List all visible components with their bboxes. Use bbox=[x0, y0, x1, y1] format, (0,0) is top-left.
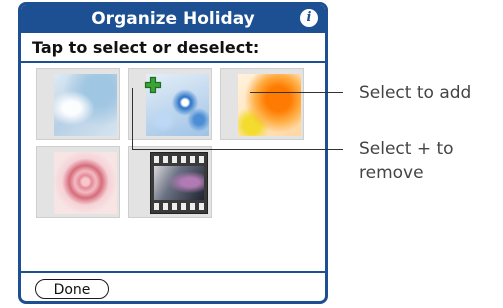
photo-image bbox=[54, 152, 117, 214]
done-button[interactable]: Done bbox=[35, 279, 109, 299]
organize-holiday-dialog: Organize Holiday i Tap to select or dese… bbox=[18, 2, 328, 304]
dialog-title: Organize Holiday bbox=[91, 9, 255, 29]
callout-select-plus-to-remove: Select + to remove bbox=[359, 137, 454, 185]
photo-image bbox=[54, 74, 117, 136]
video-frame bbox=[154, 166, 204, 200]
photo-thumbnail-3[interactable] bbox=[220, 68, 304, 140]
film-strip-icon bbox=[150, 152, 208, 214]
callout-line-remove bbox=[132, 149, 343, 150]
photo-image bbox=[238, 74, 301, 136]
instruction-text: Tap to select or deselect: bbox=[32, 38, 260, 57]
callout-line-2: remove bbox=[359, 163, 424, 183]
photo-thumbnail-1[interactable] bbox=[36, 68, 120, 140]
info-icon[interactable]: i bbox=[300, 9, 318, 27]
film-sprocket-holes bbox=[154, 156, 204, 163]
callout-select-to-add: Select to add bbox=[359, 83, 472, 103]
callout-line-add bbox=[250, 92, 343, 93]
footer-divider bbox=[21, 271, 325, 273]
video-thumbnail[interactable] bbox=[128, 146, 212, 218]
title-bar: Organize Holiday i bbox=[21, 5, 325, 33]
plus-icon bbox=[144, 76, 162, 94]
film-sprocket-holes bbox=[154, 203, 204, 210]
header-divider bbox=[21, 61, 325, 63]
photo-thumbnail-4[interactable] bbox=[36, 146, 120, 218]
callout-line-1: Select + to bbox=[359, 139, 454, 159]
photo-thumbnail-2[interactable] bbox=[128, 68, 212, 140]
callout-line-remove-vertical bbox=[132, 88, 133, 150]
